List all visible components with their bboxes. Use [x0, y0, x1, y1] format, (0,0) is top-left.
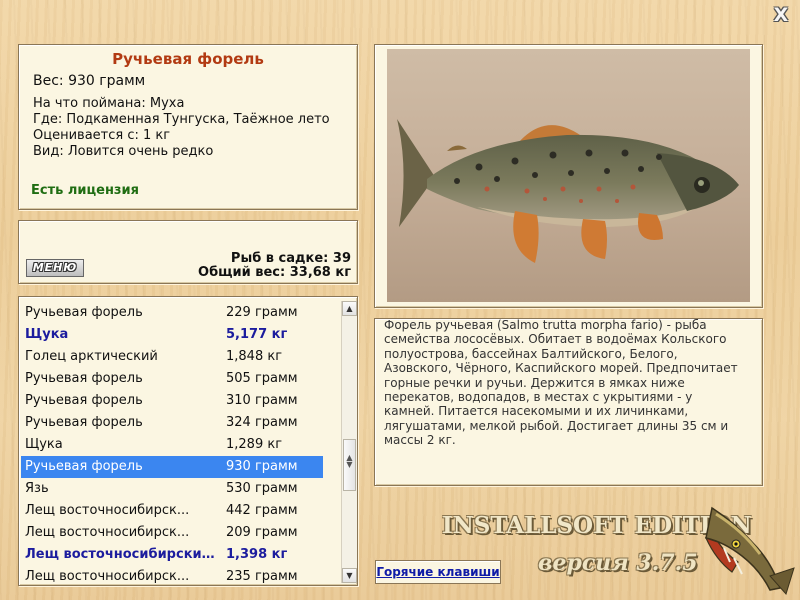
rarity-text: Вид: Ловится очень редко [33, 144, 214, 159]
fish-photo-panel [374, 44, 763, 308]
scroll-down-arrow-icon[interactable]: ▼ [342, 568, 357, 583]
catch-fish-weight: 505 грамм [226, 371, 298, 386]
catch-fish-weight: 5,177 кг [226, 327, 288, 342]
total-weight: Общий вес: 33,68 кг [198, 265, 351, 280]
pike-logo-icon [704, 506, 795, 595]
fish-description: Форель ручьевая (Salmo trutta morpha far… [384, 318, 738, 448]
catch-fish-weight: 310 грамм [226, 393, 298, 408]
catch-list-row[interactable]: Ручьевая форель 324 грамм [21, 412, 323, 434]
catch-fish-name: Ручьевая форель [25, 305, 143, 320]
catch-fish-weight: 229 грамм [226, 305, 298, 320]
fish-weight: Вес: 930 грамм [33, 73, 146, 89]
catch-fish-name: Ручьевая форель [25, 415, 143, 430]
catch-list[interactable]: Ручьевая форель 229 грамм Щука 5,177 кг Голе… [21, 302, 323, 585]
hotkeys-button[interactable]: Горячие клавиши [375, 560, 501, 584]
catch-fish-weight: 235 грамм [226, 569, 298, 584]
catch-fish-name: Лещ восточносибирск... [25, 503, 190, 518]
catch-fish-name: Ручьевая форель [25, 459, 143, 474]
fish-count: Рыб в садке: 39 [230, 251, 351, 266]
catch-list-row[interactable]: Лещ восточносибирск... 209 грамм [21, 522, 323, 544]
catch-list-row[interactable]: Ручьевая форель 310 грамм [21, 390, 323, 412]
catch-list-row[interactable]: Лещ восточносибирск... 442 грамм [21, 500, 323, 522]
catch-fish-weight: 324 грамм [226, 415, 298, 430]
catch-fish-name: Щука [25, 327, 69, 342]
catch-fish-weight: 442 грамм [226, 503, 298, 518]
version-label: версия 3.7.5 [538, 550, 698, 576]
fish-description-panel: Форель ручьевая (Salmo trutta morpha far… [374, 318, 763, 486]
fish-name-title: Ручьевая форель [112, 50, 264, 68]
close-icon[interactable]: X [772, 6, 790, 25]
catch-list-row[interactable]: Лещ восточносибирск... 235 грамм [21, 566, 323, 585]
fish-photo [387, 49, 750, 302]
catch-fish-name: Ручьевая форель [25, 371, 143, 386]
trout-illustration [397, 119, 739, 263]
rated-from-text: Оценивается с: 1 кг [33, 128, 171, 143]
catch-list-panel: Ручьевая форель 229 грамм Щука 5,177 кг Голе… [18, 296, 358, 586]
catch-fish-name: Голец арктический [25, 349, 158, 364]
catch-list-row[interactable]: Щука 1,289 кг [21, 434, 323, 456]
catch-fish-weight: 209 грамм [226, 525, 298, 540]
catch-fish-name: Лещ восточносибирск... [25, 525, 190, 540]
scroll-thumb-grip-icon[interactable]: ▲ ▼ [343, 439, 356, 491]
catch-fish-weight: 530 грамм [226, 481, 298, 496]
catch-list-row[interactable]: Голец арктический 1,848 кг [21, 346, 323, 368]
list-scrollbar[interactable]: ▲ ▲ ▼ ▼ [341, 301, 357, 583]
catch-fish-weight: 930 грамм [226, 459, 298, 474]
catch-fish-name: Щука [25, 437, 63, 452]
net-stats-panel: МЕНЮ Рыб в садке: 39 Общий вес: 33,68 кг [18, 220, 358, 284]
catch-fish-name: Язь [25, 481, 49, 496]
scroll-up-arrow-icon[interactable]: ▲ [342, 301, 357, 316]
catch-fish-name: Ручьевая форель [25, 393, 143, 408]
catch-list-row[interactable]: Щука 5,177 кг [21, 324, 323, 346]
catch-fish-name: Лещ восточносибирски... [25, 547, 215, 562]
location-text: Где: Подкаменная Тунгуска, Таёжное лето [33, 112, 330, 127]
catch-list-row[interactable]: Ручьевая форель 930 грамм [21, 456, 323, 478]
catch-fish-name: Лещ восточносибирск... [25, 569, 190, 584]
catch-list-row[interactable]: Ручьевая форель 229 грамм [21, 302, 323, 324]
catch-fish-weight: 1,289 кг [226, 437, 283, 452]
fish-details: На что поймана: Муха Где: Подкаменная Ту… [33, 96, 330, 160]
catch-list-row[interactable]: Язь 530 грамм [21, 478, 323, 500]
menu-button[interactable]: МЕНЮ [26, 259, 84, 277]
license-status: Есть лицензия [31, 183, 139, 198]
catch-list-row[interactable]: Лещ восточносибирски... 1,398 кг [21, 544, 323, 566]
caught-on-text: На что поймана: Муха [33, 96, 185, 111]
catch-fish-weight: 1,398 кг [226, 547, 288, 562]
catch-list-row[interactable]: Ручьевая форель 505 грамм [21, 368, 323, 390]
net-stats: Рыб в садке: 39 Общий вес: 33,68 кг [198, 252, 351, 280]
catch-fish-weight: 1,848 кг [226, 349, 283, 364]
fish-info-panel: Ручьевая форель Вес: 930 грамм На что по… [18, 44, 358, 210]
